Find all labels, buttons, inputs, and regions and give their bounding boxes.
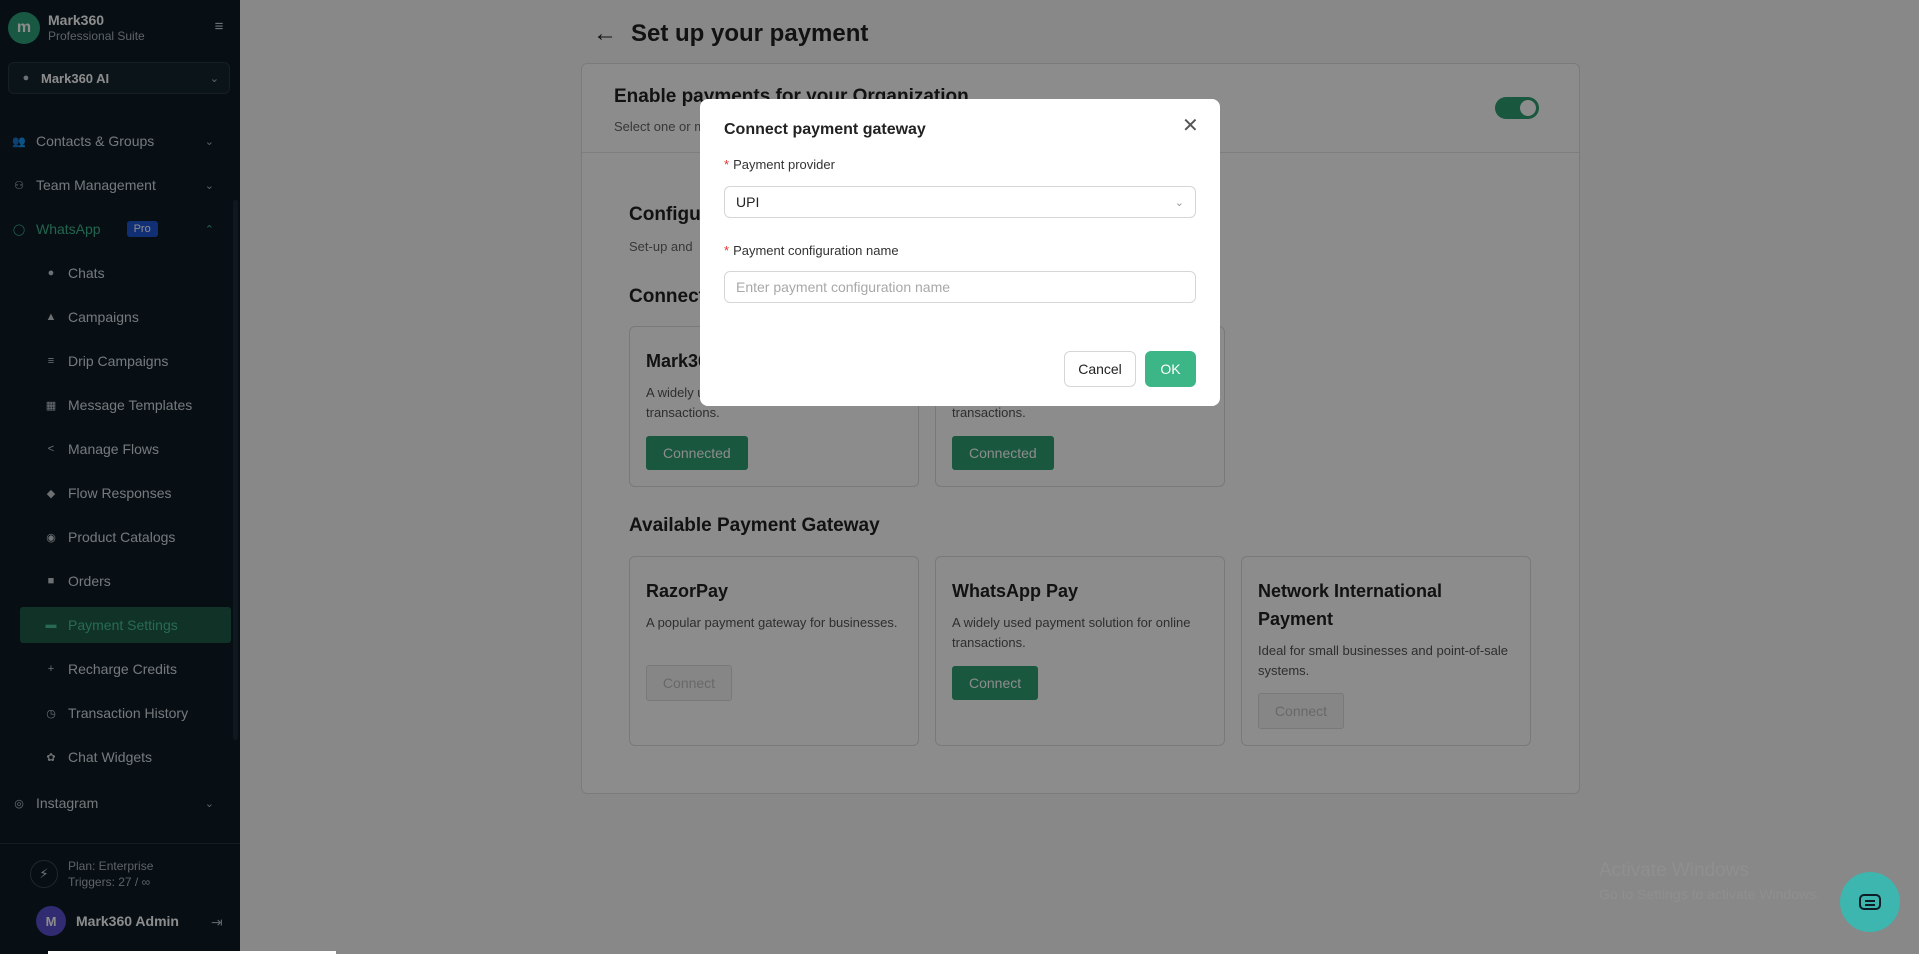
chevron-down-icon: ⌄ (1174, 196, 1184, 209)
cancel-button[interactable]: Cancel (1064, 351, 1136, 387)
watermark-line2: Go to Settings to activate Windows. (1599, 886, 1820, 902)
chat-bubble-icon (1859, 894, 1881, 910)
ok-button[interactable]: OK (1145, 351, 1196, 387)
config-name-label-text: Payment configuration name (733, 243, 899, 258)
payment-provider-select[interactable]: UPI ⌄ (724, 186, 1196, 218)
watermark-line1: Activate Windows (1599, 860, 1749, 881)
payment-provider-label: * Payment provider (724, 157, 835, 172)
close-icon[interactable]: ✕ (1182, 116, 1199, 136)
windows-watermark: Activate Windows Go to Settings to activ… (1599, 860, 1820, 902)
chat-support-button[interactable] (1840, 872, 1900, 932)
required-marker: * (724, 157, 730, 172)
config-name-input[interactable] (724, 271, 1196, 303)
connect-gateway-modal: Connect payment gateway ✕ * Payment provi… (700, 99, 1220, 406)
payment-provider-label-text: Payment provider (733, 157, 835, 172)
payment-provider-value: UPI (736, 194, 760, 210)
modal-title: Connect payment gateway (724, 121, 926, 138)
config-name-label: * Payment configuration name (724, 243, 899, 258)
required-marker: * (724, 243, 730, 258)
